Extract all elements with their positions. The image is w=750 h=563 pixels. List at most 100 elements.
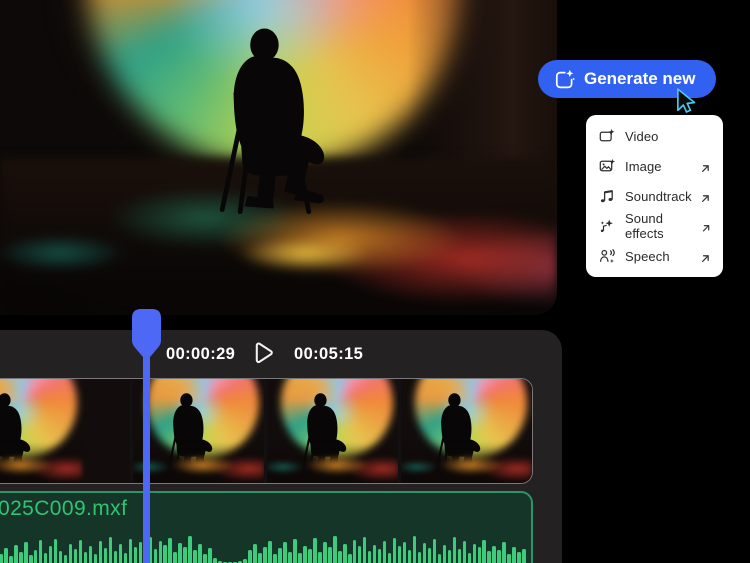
waveform-bar — [382, 541, 387, 563]
waveform-bar — [198, 544, 202, 563]
waveform-bar — [18, 552, 23, 563]
waveform-bar — [467, 553, 472, 563]
waveform-bar — [497, 550, 502, 563]
waveform-bar — [387, 553, 392, 563]
pointer-cursor — [677, 88, 696, 113]
menu-item-label: Video — [625, 128, 659, 144]
generate-sparkle-icon — [555, 69, 575, 89]
waveform-bar — [253, 544, 257, 563]
vignette-overlay — [0, 0, 557, 315]
waveform-bar — [303, 546, 307, 563]
waveform-bar — [93, 554, 98, 563]
waveform-bar — [308, 549, 312, 563]
waveform-bar — [118, 544, 123, 563]
app-canvas: Generate new Video Image Soundtrack Sound e… — [0, 0, 750, 563]
soundtrack-icon — [599, 188, 615, 204]
waveform-bar — [188, 536, 192, 563]
waveform-bar — [492, 546, 497, 563]
filmstrip-thumbnail — [0, 379, 130, 483]
playhead-stem — [143, 352, 150, 563]
menu-item-label: Sound effects — [625, 211, 664, 241]
waveform-bar — [153, 549, 158, 563]
waveform-bar — [13, 545, 18, 563]
current-timecode: 00:00:29 — [166, 345, 236, 363]
sound-effects-icon — [599, 218, 615, 234]
waveform-bar — [133, 547, 138, 563]
waveform-bar — [38, 540, 43, 563]
waveform-bar — [43, 553, 48, 563]
menu-item-video[interactable]: Video — [586, 121, 723, 151]
waveform-bar — [193, 550, 197, 563]
waveform-bar — [367, 551, 372, 563]
waveform-bar — [293, 539, 297, 563]
speech-icon — [599, 248, 615, 264]
waveform-bar — [442, 545, 447, 563]
waveform-bar — [482, 540, 487, 563]
filmstrip-thumbnail — [133, 379, 264, 483]
arrow-up-right-icon — [700, 161, 711, 172]
audio-waveform — [0, 533, 527, 563]
waveform-bar — [322, 542, 327, 563]
audio-clip-filename: 025C009.mxf — [0, 497, 128, 520]
menu-item-speech[interactable]: Speech — [586, 241, 723, 271]
waveform-bar — [417, 552, 422, 563]
waveform-bar — [203, 554, 207, 563]
video-generate-icon — [599, 128, 615, 144]
waveform-bar — [3, 548, 8, 563]
menu-item-soundtrack[interactable]: Soundtrack — [586, 181, 723, 211]
thumbnail-floor — [0, 443, 82, 483]
waveform-bar — [412, 536, 417, 563]
menu-item-sound-effects[interactable]: Sound effects — [586, 211, 723, 241]
playhead-handle[interactable] — [132, 309, 161, 361]
waveform-bar — [457, 549, 462, 563]
arrow-up-right-icon — [700, 251, 711, 262]
arrow-up-right-icon — [700, 191, 711, 202]
waveform-bar — [298, 553, 302, 563]
waveform-bar — [347, 554, 352, 563]
waveform-bar — [447, 550, 452, 563]
audio-clip-track[interactable]: 025C009.mxf — [0, 491, 533, 563]
filmstrip-thumbnail — [401, 379, 532, 483]
waveform-bar — [432, 539, 437, 563]
waveform-bar — [63, 555, 68, 563]
waveform-bar — [243, 559, 247, 563]
waveform-bar — [58, 551, 63, 563]
waveform-bar — [517, 552, 521, 563]
play-button[interactable] — [249, 340, 275, 366]
thumbnail-floor — [133, 443, 264, 483]
waveform-bar — [422, 543, 427, 563]
waveform-bar — [372, 545, 377, 563]
waveform-bar — [103, 548, 108, 563]
generate-new-label: Generate new — [584, 69, 696, 88]
waveform-bar — [313, 538, 317, 563]
waveform-bar — [522, 549, 526, 563]
waveform-bar — [213, 558, 217, 563]
waveform-bar — [332, 536, 337, 563]
waveform-bar — [288, 552, 292, 563]
waveform-bar — [337, 551, 342, 563]
waveform-bar — [362, 537, 367, 563]
waveform-bar — [123, 553, 128, 563]
waveform-bar — [268, 541, 272, 563]
waveform-bar — [68, 544, 73, 563]
waveform-bar — [462, 541, 467, 563]
waveform-bar — [8, 556, 13, 563]
play-icon — [255, 342, 273, 364]
waveform-bar — [318, 552, 322, 563]
waveform-bar — [437, 554, 442, 563]
waveform-bar — [183, 547, 188, 563]
waveform-bar — [73, 549, 78, 563]
menu-item-label: Soundtrack — [625, 188, 692, 204]
arrow-up-right-icon — [701, 221, 711, 232]
waveform-bar — [502, 542, 507, 563]
menu-item-label: Speech — [625, 248, 670, 264]
video-clip-track[interactable] — [0, 378, 533, 484]
waveform-bar — [512, 547, 516, 563]
menu-item-image[interactable]: Image — [586, 151, 723, 181]
waveform-bar — [452, 537, 457, 563]
waveform-bar — [88, 546, 93, 563]
image-generate-icon — [599, 158, 615, 174]
waveform-bar — [23, 542, 28, 563]
waveform-bar — [168, 538, 173, 563]
waveform-bar — [113, 551, 118, 563]
